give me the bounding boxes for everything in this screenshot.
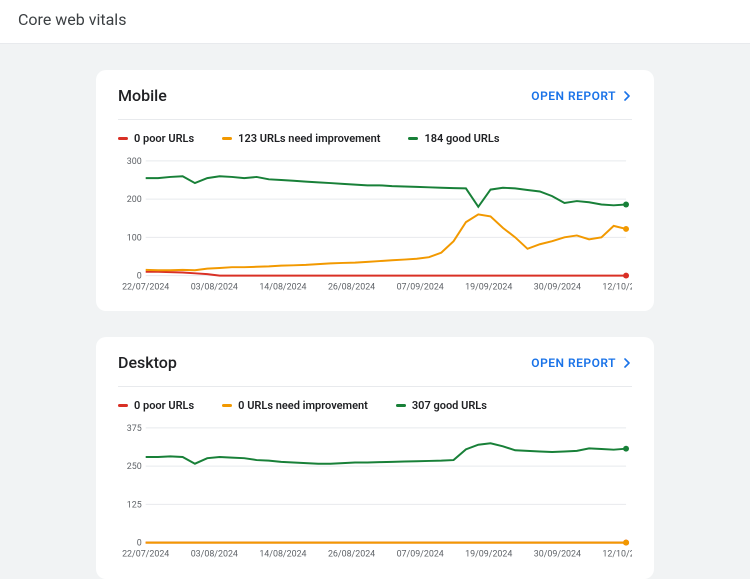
svg-text:22/07/2024: 22/07/2024 bbox=[122, 550, 169, 560]
card-header-desktop: Desktop OPEN REPORT bbox=[118, 353, 632, 372]
card-title-desktop: Desktop bbox=[118, 353, 177, 372]
svg-text:26/08/2024: 26/08/2024 bbox=[328, 550, 375, 560]
chart-svg-mobile: 0 100 200 300 22/07/2024 03/08/2024 14/08/2024… bbox=[118, 155, 632, 293]
chart-desktop: 0 125 250 375 22/07/2024 03/08/2024 14/08/2024… bbox=[118, 422, 632, 560]
chevron-right-icon bbox=[622, 91, 632, 101]
legend-mobile: 0 poor URLs 123 URLs need improvement 18… bbox=[118, 119, 632, 155]
swatch-poor bbox=[118, 137, 128, 140]
legend-label-good: 307 good URLs bbox=[412, 399, 487, 412]
svg-text:19/09/2024: 19/09/2024 bbox=[465, 550, 512, 560]
chart-svg-desktop: 0 125 250 375 22/07/2024 03/08/2024 14/08/2024… bbox=[118, 422, 632, 560]
legend-label-poor: 0 poor URLs bbox=[134, 132, 194, 145]
open-report-link-mobile[interactable]: OPEN REPORT bbox=[531, 89, 632, 103]
svg-text:07/09/2024: 07/09/2024 bbox=[397, 550, 444, 560]
legend-label-needs: 123 URLs need improvement bbox=[238, 132, 380, 145]
svg-text:14/08/2024: 14/08/2024 bbox=[259, 550, 306, 560]
open-report-label: OPEN REPORT bbox=[531, 89, 616, 103]
card-desktop: Desktop OPEN REPORT 0 poor URLs 0 URLs n… bbox=[96, 337, 654, 578]
legend-item-poor: 0 poor URLs bbox=[118, 399, 194, 412]
svg-text:30/09/2024: 30/09/2024 bbox=[534, 282, 581, 292]
legend-label-poor: 0 poor URLs bbox=[134, 399, 194, 412]
legend-desktop: 0 poor URLs 0 URLs need improvement 307 … bbox=[118, 386, 632, 422]
cards-container: Mobile OPEN REPORT 0 poor URLs 123 URLs … bbox=[0, 44, 750, 579]
swatch-good bbox=[408, 137, 418, 140]
svg-text:0: 0 bbox=[137, 539, 142, 549]
svg-text:22/07/2024: 22/07/2024 bbox=[122, 282, 169, 292]
svg-text:125: 125 bbox=[127, 501, 142, 511]
legend-item-needs: 0 URLs need improvement bbox=[222, 399, 368, 412]
svg-text:12/10/2024: 12/10/2024 bbox=[602, 550, 632, 560]
page-header: Core web vitals bbox=[0, 0, 750, 44]
legend-item-poor: 0 poor URLs bbox=[118, 132, 194, 145]
card-title-mobile: Mobile bbox=[118, 86, 167, 105]
chart-mobile: 0 100 200 300 22/07/2024 03/08/2024 14/08/2024… bbox=[118, 155, 632, 293]
chevron-right-icon bbox=[622, 358, 632, 368]
legend-label-needs: 0 URLs need improvement bbox=[238, 399, 368, 412]
swatch-good bbox=[396, 404, 406, 407]
page-title: Core web vitals bbox=[18, 10, 732, 29]
legend-item-good: 307 good URLs bbox=[396, 399, 487, 412]
svg-text:375: 375 bbox=[127, 424, 142, 434]
svg-text:12/10/2024: 12/10/2024 bbox=[602, 282, 632, 292]
legend-label-good: 184 good URLs bbox=[424, 132, 499, 145]
legend-item-good: 184 good URLs bbox=[408, 132, 499, 145]
svg-text:03/08/2024: 03/08/2024 bbox=[191, 282, 238, 292]
svg-text:200: 200 bbox=[127, 195, 142, 205]
swatch-poor bbox=[118, 404, 128, 407]
svg-text:14/08/2024: 14/08/2024 bbox=[259, 282, 306, 292]
svg-text:26/08/2024: 26/08/2024 bbox=[328, 282, 375, 292]
svg-text:0: 0 bbox=[137, 272, 142, 282]
swatch-needs bbox=[222, 404, 232, 407]
svg-text:30/09/2024: 30/09/2024 bbox=[534, 550, 581, 560]
open-report-label: OPEN REPORT bbox=[531, 356, 616, 370]
svg-text:19/09/2024: 19/09/2024 bbox=[465, 282, 512, 292]
svg-text:250: 250 bbox=[127, 462, 142, 472]
svg-text:03/08/2024: 03/08/2024 bbox=[191, 550, 238, 560]
svg-text:07/09/2024: 07/09/2024 bbox=[397, 282, 444, 292]
svg-text:100: 100 bbox=[127, 233, 142, 243]
svg-text:300: 300 bbox=[127, 157, 142, 167]
swatch-needs bbox=[222, 137, 232, 140]
open-report-link-desktop[interactable]: OPEN REPORT bbox=[531, 356, 632, 370]
card-mobile: Mobile OPEN REPORT 0 poor URLs 123 URLs … bbox=[96, 70, 654, 311]
legend-item-needs: 123 URLs need improvement bbox=[222, 132, 380, 145]
card-header-mobile: Mobile OPEN REPORT bbox=[118, 86, 632, 105]
